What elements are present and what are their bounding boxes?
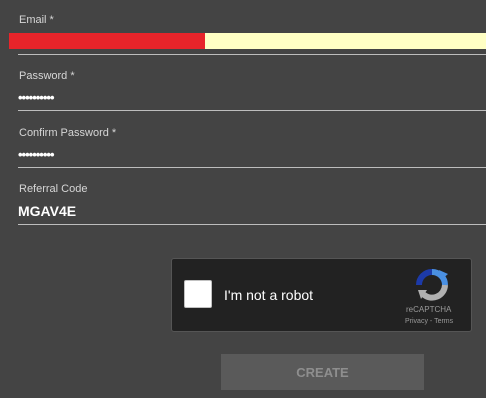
password-underline — [18, 110, 486, 111]
confirm-password-field[interactable]: •••••••••• — [18, 147, 55, 162]
recaptcha-brand: reCAPTCHA — [406, 305, 452, 314]
email-redaction — [9, 33, 205, 49]
referral-label: Referral Code — [19, 183, 88, 195]
recaptcha-logo-icon — [416, 269, 448, 301]
email-label: Email * — [19, 14, 54, 26]
terms-link[interactable]: Terms — [434, 318, 453, 325]
referral-underline — [18, 224, 486, 225]
recaptcha-checkbox[interactable] — [184, 280, 212, 308]
privacy-link[interactable]: Privacy — [405, 318, 428, 325]
email-underline — [18, 54, 486, 55]
recaptcha-label: I'm not a robot — [224, 287, 314, 303]
confirm-password-underline — [18, 167, 486, 168]
referral-field[interactable]: MGAV4E — [18, 203, 76, 219]
recaptcha-links: Privacy - Terms — [405, 318, 453, 325]
confirm-password-label: Confirm Password * — [19, 127, 117, 139]
password-label: Password * — [19, 70, 75, 82]
signup-form: Email * Password * •••••••••• Confirm Pa… — [0, 0, 486, 398]
password-field[interactable]: •••••••••• — [18, 90, 55, 105]
create-button[interactable]: CREATE — [221, 354, 424, 390]
email-field[interactable] — [9, 33, 486, 49]
recaptcha-widget: I'm not a robot reCAPTCHA Privacy - Term… — [171, 258, 472, 332]
